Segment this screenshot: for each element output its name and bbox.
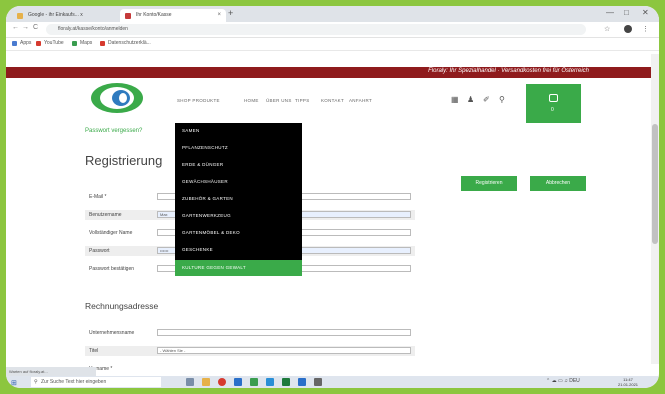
dropdown-item[interactable]: GEWÄCHSHÄUSER: [175, 174, 302, 190]
cart-icon: [549, 94, 558, 102]
dropdown-item[interactable]: GARTENWERKZEUG: [175, 208, 302, 224]
cancel-button[interactable]: Abbrechen: [530, 176, 586, 191]
dropdown-item[interactable]: SAMEN: [175, 123, 302, 139]
tab-favicon: [125, 13, 131, 19]
browser-tab-2[interactable]: Ihr Konto/Kasse ×: [120, 9, 226, 22]
nav-about[interactable]: ÜBER UNS: [266, 98, 292, 103]
field-label: Passwort: [89, 248, 110, 254]
browser-status: Warten auf floraly.at...: [6, 367, 96, 376]
back-icon[interactable]: ←: [12, 24, 19, 31]
register-button[interactable]: Registrieren: [461, 176, 517, 191]
bookmark-apps[interactable]: Apps: [12, 40, 31, 46]
search-icon[interactable]: ⚲: [499, 95, 505, 104]
app-icon[interactable]: [282, 378, 290, 386]
billing-section-title: Rechnungsadresse: [85, 301, 159, 311]
nav-home[interactable]: HOME: [244, 98, 259, 103]
dropdown-item[interactable]: ZUBEHÖR & GARTEN: [175, 191, 302, 207]
field-label: Vollständiger Name: [89, 230, 133, 236]
field-label: Titel: [89, 348, 99, 354]
page-title: Registrierung: [85, 153, 163, 168]
field-label: Benutzername: [89, 212, 122, 218]
edit-icon[interactable]: ✐: [483, 95, 490, 104]
youtube-icon: [36, 41, 41, 46]
field-label: Unternehmensname: [89, 330, 135, 336]
screenshot-frame: Google - ihr Einkaufs... x Ihr Konto/Kas…: [6, 6, 659, 388]
shop-products-dropdown: SAMEN PFLANZENSCHUTZ ERDE & DÜNGER GEWÄC…: [175, 123, 302, 276]
dropdown-item[interactable]: ERDE & DÜNGER: [175, 157, 302, 173]
menu-icon[interactable]: ⋮: [642, 25, 649, 33]
apps-icon: [12, 41, 17, 46]
browser-tab-1[interactable]: Google - ihr Einkaufs... x: [12, 9, 122, 22]
field-label: E-Mail *: [89, 194, 107, 200]
scrollbar-thumb[interactable]: [652, 124, 658, 244]
page-scrollbar[interactable]: [651, 54, 659, 364]
bookmark-label: YouTube: [44, 40, 64, 46]
app-icon[interactable]: [314, 378, 322, 386]
tab-favicon: [17, 13, 23, 19]
maximize-button[interactable]: □: [624, 8, 629, 17]
dropdown-item[interactable]: PFLANZENSCHUTZ: [175, 140, 302, 156]
new-tab-button[interactable]: +: [228, 8, 233, 18]
system-tray[interactable]: ⌃ ☁ ▭ ♫ DEU: [546, 378, 580, 384]
dropdown-item-active[interactable]: KULTURE GEGEN GEWALT: [175, 260, 302, 276]
profile-avatar[interactable]: [624, 25, 632, 33]
bookmark-label: Maps: [80, 40, 93, 46]
bookmark-privacy[interactable]: Datenschutzerklä...: [100, 40, 151, 46]
clock-date: 21.01.2021: [618, 382, 639, 387]
site-logo[interactable]: [89, 82, 145, 114]
windows-start-icon[interactable]: ⊞: [11, 379, 17, 387]
maps-icon: [72, 41, 77, 46]
nav-shop-products[interactable]: SHOP PRODUKTE: [177, 98, 220, 103]
nav-directions[interactable]: ANFAHRT: [349, 98, 372, 103]
file-explorer-icon[interactable]: [202, 378, 210, 386]
bookmark-youtube[interactable]: YouTube: [36, 40, 64, 46]
address-bar-row: ← → C floraly.at/kasse/konto/anmelden ☆ …: [6, 22, 659, 38]
forgot-password-link[interactable]: Passwort vergessen?: [85, 128, 142, 134]
bookmark-maps[interactable]: Maps: [72, 40, 92, 46]
grid-icon[interactable]: ▦: [451, 95, 459, 104]
excel-icon[interactable]: [250, 378, 258, 386]
tab-label: Google - ihr Einkaufs... x: [28, 12, 83, 18]
windows-taskbar: ⊞ ⚲ Zur Suche Text hier eingeben ⌃ ☁ ▭ ♫…: [6, 376, 659, 388]
form-row-firstname: Vorname *: [85, 364, 415, 374]
browser-tab-strip: Google - ihr Einkaufs... x Ihr Konto/Kas…: [6, 6, 659, 22]
reload-icon[interactable]: C: [33, 24, 38, 31]
bookmarks-bar: Apps YouTube Maps Datenschutzerklä...: [6, 38, 659, 51]
close-window-button[interactable]: ✕: [642, 8, 649, 17]
dropdown-item[interactable]: GARTENMÖBEL & DEKO: [175, 225, 302, 241]
search-placeholder: Zur Suche Text hier eingeben: [41, 379, 107, 385]
word-icon[interactable]: [234, 378, 242, 386]
tab-label: Ihr Konto/Kasse: [136, 12, 172, 18]
search-icon: ⚲: [34, 379, 38, 385]
task-view-icon[interactable]: [186, 378, 194, 386]
user-icon[interactable]: ♟: [467, 95, 474, 104]
url-text: floraly.at/kasse/konto/anmelden: [58, 26, 128, 32]
cart-button[interactable]: 0: [526, 84, 581, 123]
site-top-strip: Floraly: Ihr Spezialhandel · Versandkost…: [6, 67, 659, 78]
top-strip-text: Floraly: Ihr Spezialhandel · Versandkost…: [428, 68, 589, 74]
form-row-title: Titel - Wählen Sie -: [85, 346, 415, 356]
clock[interactable]: 11:47 21.01.2021: [618, 377, 638, 387]
form-row-company: Unternehmensname: [85, 328, 415, 338]
star-icon[interactable]: ☆: [604, 25, 610, 33]
bookmark-label: Apps: [20, 40, 32, 46]
cart-count: 0: [551, 107, 554, 113]
nav-tips[interactable]: TIPPS: [295, 98, 310, 103]
outlook-icon[interactable]: [266, 378, 274, 386]
title-select[interactable]: - Wählen Sie -: [157, 347, 411, 354]
bookmark-label: Datenschutzerklä...: [108, 40, 151, 46]
forward-icon[interactable]: →: [22, 24, 29, 31]
chrome-icon[interactable]: [218, 378, 226, 386]
edge-icon[interactable]: [298, 378, 306, 386]
close-icon[interactable]: ×: [217, 9, 221, 22]
dropdown-item[interactable]: GESCHENKE: [175, 242, 302, 258]
field-label: Passwort bestätigen: [89, 266, 135, 272]
taskbar-search-input[interactable]: ⚲ Zur Suche Text hier eingeben: [31, 377, 161, 387]
url-input[interactable]: floraly.at/kasse/konto/anmelden: [46, 24, 586, 35]
privacy-icon: [100, 41, 105, 46]
company-field[interactable]: [157, 329, 411, 336]
minimize-button[interactable]: —: [606, 8, 614, 17]
nav-contact[interactable]: KONTAKT: [321, 98, 344, 103]
